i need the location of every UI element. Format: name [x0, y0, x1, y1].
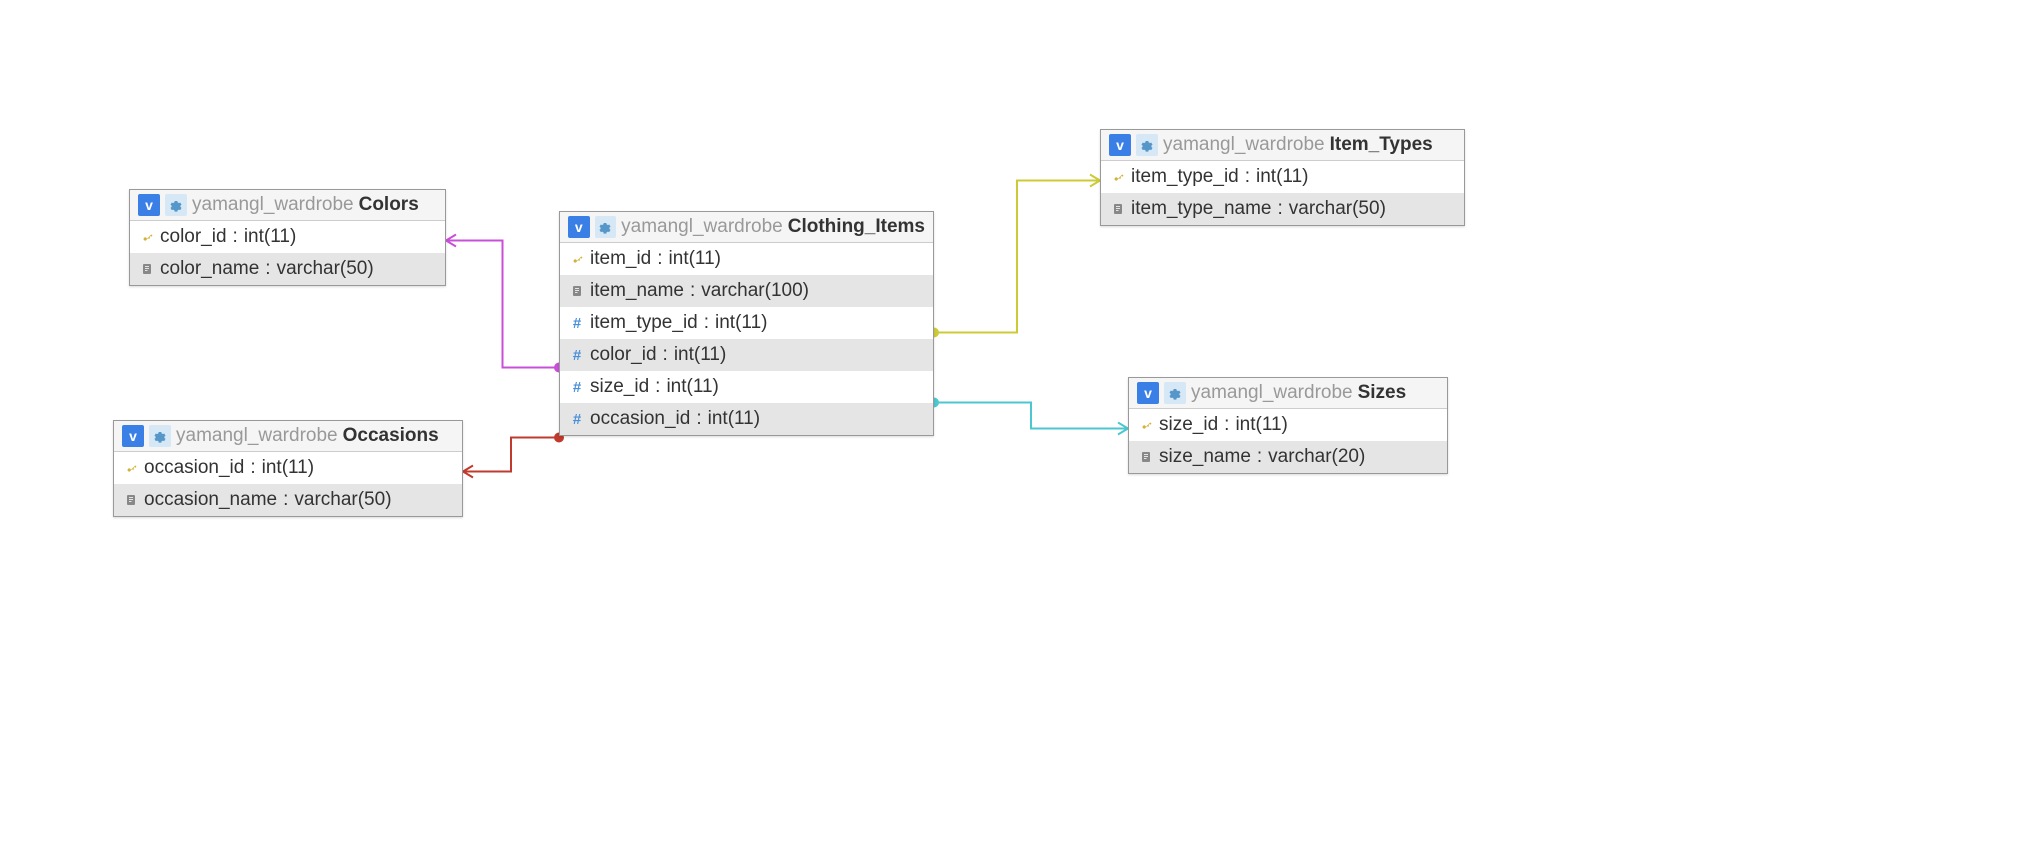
column-type: varchar(20) [1268, 446, 1365, 468]
column-occasion_id[interactable]: occasion_id : int(11) [114, 452, 462, 484]
column-item_name[interactable]: item_name : varchar(100) [560, 275, 933, 307]
text-icon [1139, 450, 1153, 464]
column-label: color_id [590, 344, 657, 366]
text-icon [140, 262, 154, 276]
column-type: int(11) [674, 344, 726, 366]
table-name: Sizes [1358, 382, 1407, 404]
table-name: Occasions [343, 425, 439, 447]
column-occasion_id[interactable]: #occasion_id : int(11) [560, 403, 933, 435]
column-type: varchar(50) [294, 489, 391, 511]
schema-name: yamangl_wardrobe [1191, 382, 1353, 404]
gear-icon[interactable] [595, 216, 617, 238]
table-name: Clothing_Items [788, 216, 925, 238]
column-label: color_name [160, 258, 259, 280]
column-item_type_name[interactable]: item_type_name : varchar(50) [1101, 193, 1464, 225]
key-icon [1139, 418, 1153, 432]
column-type: varchar(50) [1289, 198, 1386, 220]
v-icon: v [1137, 382, 1159, 404]
table-item-types[interactable]: v yamangl_wardrobe Item_Types item_type_… [1100, 129, 1465, 226]
column-item_type_id[interactable]: #item_type_id : int(11) [560, 307, 933, 339]
v-icon: v [1109, 134, 1131, 156]
column-color_name[interactable]: color_name : varchar(50) [130, 253, 445, 285]
column-type: int(11) [669, 248, 721, 270]
column-type: int(11) [715, 312, 767, 334]
gear-icon[interactable] [165, 194, 187, 216]
text-icon [570, 284, 584, 298]
table-clothing-items[interactable]: v yamangl_wardrobe Clothing_Items item_i… [559, 211, 934, 436]
schema-name: yamangl_wardrobe [1163, 134, 1325, 156]
column-item_type_id[interactable]: item_type_id : int(11) [1101, 161, 1464, 193]
table-header-sizes[interactable]: v yamangl_wardrobe Sizes [1129, 378, 1447, 409]
hash-icon: # [570, 380, 584, 394]
v-icon: v [138, 194, 160, 216]
column-label: size_name [1159, 446, 1251, 468]
table-sizes[interactable]: v yamangl_wardrobe Sizes size_id : int(1… [1128, 377, 1448, 474]
column-label: item_type_id [590, 312, 698, 334]
hash-icon: # [570, 412, 584, 426]
column-label: size_id [1159, 414, 1218, 436]
column-label: occasion_id [144, 457, 244, 479]
table-header-colors[interactable]: v yamangl_wardrobe Colors [130, 190, 445, 221]
column-color_id[interactable]: color_id : int(11) [130, 221, 445, 253]
table-name: Colors [359, 194, 419, 216]
column-label: occasion_id [590, 408, 690, 430]
table-occasions[interactable]: v yamangl_wardrobe Occasions occasion_id… [113, 420, 463, 517]
v-icon: v [568, 216, 590, 238]
table-header-clothing-items[interactable]: v yamangl_wardrobe Clothing_Items [560, 212, 933, 243]
table-header-item-types[interactable]: v yamangl_wardrobe Item_Types [1101, 130, 1464, 161]
column-label: item_type_name [1131, 198, 1271, 220]
column-type: varchar(50) [277, 258, 374, 280]
table-name: Item_Types [1330, 134, 1433, 156]
key-icon [124, 461, 138, 475]
column-label: occasion_name [144, 489, 277, 511]
text-icon [124, 493, 138, 507]
column-type: int(11) [708, 408, 760, 430]
gear-icon[interactable] [1136, 134, 1158, 156]
column-type: varchar(100) [701, 280, 809, 302]
column-size_name[interactable]: size_name : varchar(20) [1129, 441, 1447, 473]
gear-icon[interactable] [1164, 382, 1186, 404]
column-type: int(11) [244, 226, 296, 248]
key-icon [1111, 170, 1125, 184]
column-label: item_type_id [1131, 166, 1239, 188]
table-header-occasions[interactable]: v yamangl_wardrobe Occasions [114, 421, 462, 452]
column-label: item_id [590, 248, 651, 270]
gear-icon[interactable] [149, 425, 171, 447]
key-icon [570, 252, 584, 266]
text-icon [1111, 202, 1125, 216]
column-type: int(11) [1256, 166, 1308, 188]
hash-icon: # [570, 348, 584, 362]
column-type: int(11) [262, 457, 314, 479]
key-icon [140, 230, 154, 244]
table-colors[interactable]: v yamangl_wardrobe Colors color_id : int… [129, 189, 446, 286]
column-item_id[interactable]: item_id : int(11) [560, 243, 933, 275]
column-size_id[interactable]: size_id : int(11) [1129, 409, 1447, 441]
column-label: color_id [160, 226, 227, 248]
schema-name: yamangl_wardrobe [621, 216, 783, 238]
schema-name: yamangl_wardrobe [176, 425, 338, 447]
column-label: item_name [590, 280, 684, 302]
v-icon: v [122, 425, 144, 447]
column-size_id[interactable]: #size_id : int(11) [560, 371, 933, 403]
schema-name: yamangl_wardrobe [192, 194, 354, 216]
column-occasion_name[interactable]: occasion_name : varchar(50) [114, 484, 462, 516]
column-type: int(11) [1235, 414, 1287, 436]
column-label: size_id [590, 376, 649, 398]
column-color_id[interactable]: #color_id : int(11) [560, 339, 933, 371]
hash-icon: # [570, 316, 584, 330]
column-type: int(11) [666, 376, 718, 398]
diagram-canvas: { "schema": "yamangl_wardrobe", "tables"… [0, 0, 2036, 862]
